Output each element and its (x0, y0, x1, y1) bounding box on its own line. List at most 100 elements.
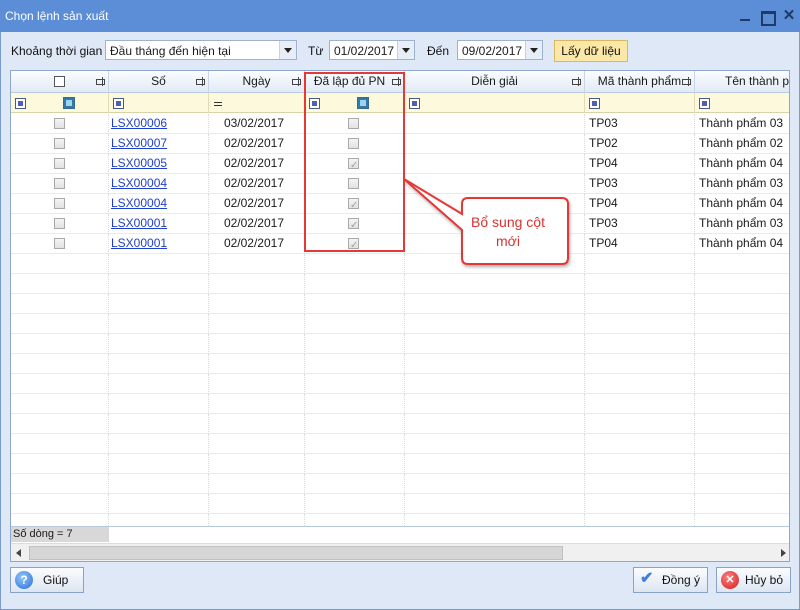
pin-icon[interactable] (682, 77, 691, 86)
table-cell (405, 414, 585, 434)
table-cell (11, 294, 109, 314)
order-number-link[interactable]: LSX00007 (109, 136, 167, 150)
close-icon[interactable]: ✕ (781, 8, 797, 24)
table-cell (305, 294, 405, 314)
product-code: TP04 (585, 194, 695, 214)
table-cell (109, 434, 209, 454)
header-ten-tp[interactable]: Tên thành phẩ (695, 71, 790, 93)
filter-icon[interactable] (409, 98, 420, 109)
table-cell (209, 334, 305, 354)
chevron-down-icon[interactable] (525, 41, 542, 59)
period-dropdown[interactable]: Đầu tháng đến hiện tại (105, 40, 297, 60)
horizontal-scrollbar[interactable] (11, 543, 789, 561)
table-cell (695, 334, 789, 354)
checkmark-icon: ✔ (640, 570, 654, 587)
table-cell (11, 194, 109, 214)
title-bar: Chọn lệnh sản xuất ✕ (0, 0, 800, 32)
table-cell (305, 414, 405, 434)
filter-icon[interactable] (589, 98, 600, 109)
table-cell (405, 494, 585, 514)
header-ten-tp-label: Tên thành phẩ (725, 74, 790, 88)
callout-line-2: mới (496, 233, 520, 249)
pin-icon[interactable] (292, 77, 301, 86)
table-cell (109, 254, 209, 274)
order-number-link[interactable]: LSX00005 (109, 156, 167, 170)
callout-line-1: Bổ sung cột (471, 214, 545, 230)
cancel-button[interactable]: ✕ Hủy bỏ (716, 567, 791, 593)
table-cell (209, 434, 305, 454)
row-select-checkbox[interactable] (54, 138, 65, 149)
empty-row (11, 314, 789, 334)
filter-icon[interactable] (113, 98, 124, 109)
table-cell (11, 234, 109, 254)
header-so[interactable]: Số (109, 71, 209, 93)
product-code: TP04 (585, 234, 695, 254)
table-cell (405, 354, 585, 374)
ok-button-label: Đồng ý (662, 573, 701, 587)
select-all-checkbox[interactable] (54, 76, 65, 87)
row-select-checkbox[interactable] (54, 218, 65, 229)
filter-icon[interactable] (699, 98, 710, 109)
filter-cell-dien-giai[interactable] (405, 93, 585, 113)
row-select-checkbox[interactable] (54, 118, 65, 129)
order-number-link[interactable]: LSX00001 (109, 216, 167, 230)
pin-icon[interactable] (196, 77, 205, 86)
scroll-left-icon[interactable] (16, 549, 21, 557)
table-cell (305, 434, 405, 454)
from-date-picker[interactable]: 01/02/2017 (329, 40, 415, 60)
product-code: TP03 (585, 174, 695, 194)
empty-row (11, 474, 789, 494)
filter-cell-so[interactable] (109, 93, 209, 113)
order-date: 02/02/2017 (209, 194, 305, 214)
minimize-icon[interactable] (737, 8, 753, 24)
table-cell: LSX00004 (109, 174, 209, 194)
chevron-down-icon[interactable] (279, 41, 296, 59)
filter-icon[interactable] (15, 98, 26, 109)
header-ngay[interactable]: Ngày (209, 71, 305, 93)
filter-cell-select (11, 93, 109, 113)
ok-button[interactable]: ✔ Đồng ý (633, 567, 708, 593)
maximize-icon[interactable] (759, 8, 776, 26)
order-date: 02/02/2017 (209, 174, 305, 194)
order-number-link[interactable]: LSX00004 (109, 176, 167, 190)
row-select-checkbox[interactable] (54, 158, 65, 169)
table-cell (585, 294, 695, 314)
new-column-highlight (304, 72, 405, 252)
header-dien-giai[interactable]: Diễn giải (405, 71, 585, 93)
order-number-link[interactable]: LSX00001 (109, 236, 167, 250)
pin-icon[interactable] (572, 77, 581, 86)
empty-row (11, 334, 789, 354)
table-cell (405, 134, 585, 154)
scroll-right-icon[interactable] (781, 549, 786, 557)
fetch-data-button[interactable]: Lấy dữ liệu (554, 40, 628, 62)
scroll-thumb[interactable] (29, 546, 563, 560)
header-select-all[interactable] (11, 71, 109, 93)
table-cell (209, 494, 305, 514)
table-cell (109, 474, 209, 494)
row-select-checkbox[interactable] (54, 198, 65, 209)
empty-row (11, 394, 789, 414)
pin-icon[interactable] (96, 77, 105, 86)
row-select-checkbox[interactable] (54, 238, 65, 249)
equals-icon[interactable] (214, 102, 222, 103)
window-title: Chọn lệnh sản xuất (5, 9, 109, 23)
filter-cell-ngay[interactable] (209, 93, 305, 113)
filter-cell-ten-tp[interactable] (695, 93, 789, 113)
filter-checkbox-icon[interactable] (63, 97, 75, 109)
chevron-down-icon[interactable] (397, 41, 414, 59)
table-cell (695, 274, 789, 294)
order-number-link[interactable]: LSX00006 (109, 116, 167, 130)
table-cell (405, 374, 585, 394)
header-ma-tp[interactable]: Mã thành phẩm (585, 71, 695, 93)
table-cell (209, 314, 305, 334)
help-button[interactable]: ? Giúp (10, 567, 84, 593)
table-cell (405, 334, 585, 354)
row-select-checkbox[interactable] (54, 178, 65, 189)
table-cell (11, 434, 109, 454)
table-cell (585, 314, 695, 334)
cancel-button-label: Hủy bỏ (745, 573, 784, 587)
filter-cell-ma-tp[interactable] (585, 93, 695, 113)
to-date-picker[interactable]: 09/02/2017 (457, 40, 543, 60)
order-number-link[interactable]: LSX00004 (109, 196, 167, 210)
table-cell (585, 334, 695, 354)
